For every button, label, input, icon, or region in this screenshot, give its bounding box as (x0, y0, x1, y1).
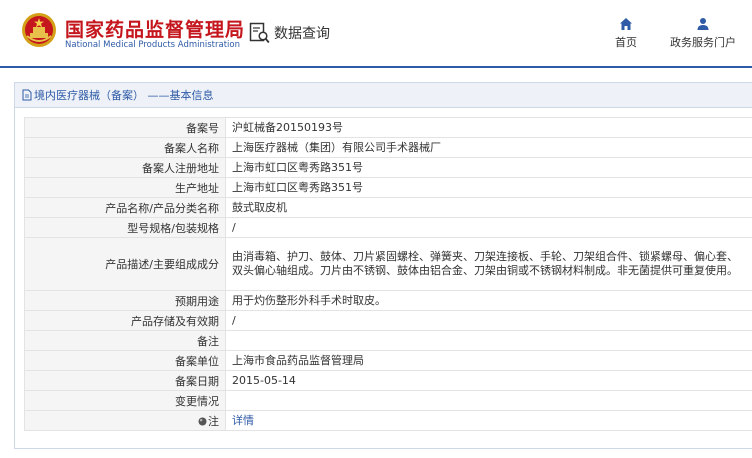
field-value: 上海医疗器械（集团）有限公司手术器械厂 (225, 137, 752, 158)
field-value: / (225, 217, 752, 238)
nav-service-portal[interactable]: 政务服务门户 (663, 17, 743, 50)
field-label: 备案号 (24, 117, 226, 138)
field-label: 备案日期 (24, 370, 226, 391)
nav-service-label: 政务服务门户 (670, 36, 736, 49)
field-value: 鼓式取皮机 (225, 197, 752, 218)
field-value: 沪虹械备20150193号 (225, 117, 752, 138)
table-row: 备案人注册地址 上海市虹口区粤秀路351号 (24, 157, 752, 178)
data-query-label: 数据查询 (274, 26, 330, 42)
record-table: 备案号 沪虹械备20150193号 备案人名称 上海医疗器械（集团）有限公司手术… (24, 117, 752, 431)
brand-name-en: National Medical Products Administration (65, 40, 240, 50)
table-row: 生产地址 上海市虹口区粤秀路351号 (24, 177, 752, 198)
brand-name-cn[interactable]: 国家药品监督管理局 (65, 15, 245, 42)
table-row: 产品名称/产品分类名称 鼓式取皮机 (24, 197, 752, 218)
field-label: 注 (208, 414, 219, 428)
note-value-cell: 详情 (225, 410, 752, 431)
table-row: 备案号 沪虹械备20150193号 (24, 117, 752, 138)
table-row: 变更情况 (24, 390, 752, 411)
document-icon (22, 89, 32, 101)
field-label: 产品存储及有效期 (24, 310, 226, 331)
table-row: 预期用途 用于灼伤整形外科手术时取皮。 (24, 290, 752, 311)
field-value: 上海市食品药品监督管理局 (225, 350, 752, 371)
table-row: 备注 (24, 330, 752, 351)
field-value: / (225, 310, 752, 331)
table-row: 备案单位 上海市食品药品监督管理局 (24, 350, 752, 371)
field-label: 型号规格/包装规格 (24, 217, 226, 238)
field-label: 备案单位 (24, 350, 226, 371)
field-value: 上海市虹口区粤秀路351号 (225, 157, 752, 178)
table-row: 备案日期 2015-05-14 (24, 370, 752, 391)
home-icon (620, 18, 632, 30)
field-label: 产品描述/主要组成成分 (24, 237, 226, 291)
table-row: 型号规格/包装规格 / (24, 217, 752, 238)
field-label: 预期用途 (24, 290, 226, 311)
detail-panel: 境内医疗器械（备案） ——基本信息 备案号 沪虹械备20150193号 备案人名… (14, 82, 752, 449)
document-search-icon (249, 22, 270, 44)
field-value (225, 330, 752, 351)
field-label: 备案人名称 (24, 137, 226, 158)
emblem-logo (22, 13, 56, 47)
note-label-cell: 注 (24, 410, 226, 431)
user-icon (697, 18, 709, 30)
table-row: 注 详情 (24, 410, 752, 431)
field-value: 上海市虹口区粤秀路351号 (225, 177, 752, 198)
field-value: 用于灼伤整形外科手术时取皮。 (225, 290, 752, 311)
panel-title-bar: 境内医疗器械（备案） ——基本信息 (15, 83, 752, 108)
nav-home[interactable]: 首页 (608, 17, 644, 50)
field-label: 备注 (24, 330, 226, 351)
table-row: 备案人名称 上海医疗器械（集团）有限公司手术器械厂 (24, 137, 752, 158)
field-label: 变更情况 (24, 390, 226, 411)
field-value: 2015-05-14 (225, 370, 752, 391)
data-query-link[interactable]: 数据查询 (249, 21, 330, 45)
field-label: 产品名称/产品分类名称 (24, 197, 226, 218)
field-label: 生产地址 (24, 177, 226, 198)
field-value (225, 390, 752, 411)
details-link[interactable]: 详情 (232, 414, 254, 427)
panel-title: 境内医疗器械（备案） ——基本信息 (34, 89, 214, 102)
info-bullet-icon (198, 417, 207, 425)
table-row: 产品存储及有效期 / (24, 310, 752, 331)
table-row: 产品描述/主要组成成分 由消毒箱、护刀、鼓体、刀片紧固螺栓、弹簧夹、刀架连接板、… (24, 237, 752, 291)
field-label: 备案人注册地址 (24, 157, 226, 178)
field-value: 由消毒箱、护刀、鼓体、刀片紧固螺栓、弹簧夹、刀架连接板、手轮、刀架组合件、锁紧螺… (225, 237, 752, 291)
site-header: 国家药品监督管理局 National Medical Products Admi… (0, 0, 752, 68)
nav-home-label: 首页 (615, 36, 637, 49)
